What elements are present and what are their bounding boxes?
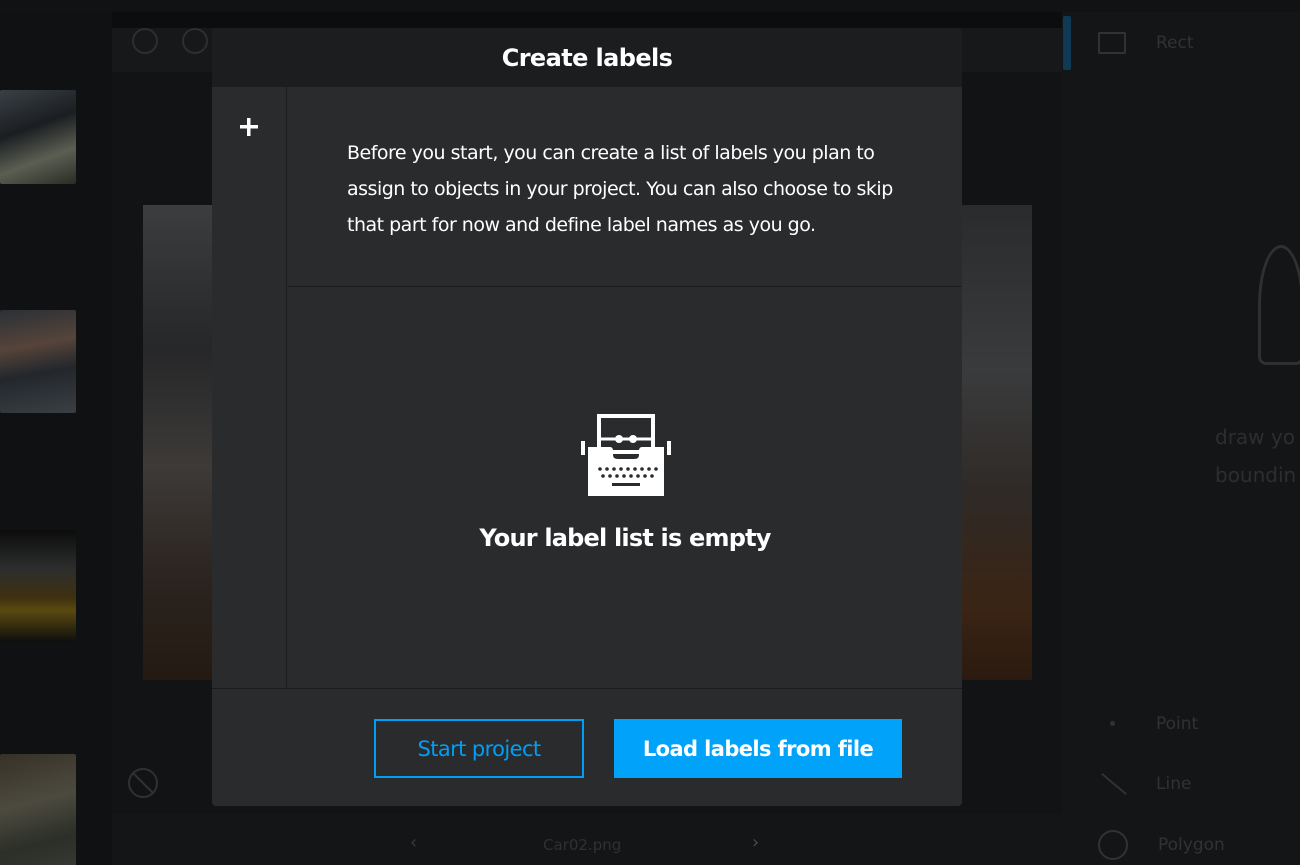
load-labels-button[interactable]: Load labels from file <box>614 719 902 778</box>
label-list: Your label list is empty <box>288 287 962 688</box>
rocket-icon <box>1258 245 1300 365</box>
canvas-image-left-edge <box>143 205 213 680</box>
start-project-button[interactable]: Start project <box>374 719 584 778</box>
add-label-button[interactable] <box>236 114 262 140</box>
tool-point[interactable]: Point <box>1098 713 1198 735</box>
dialog-header: Create labels <box>212 28 962 87</box>
tool-label: Line <box>1156 774 1192 794</box>
dialog-title: Create labels <box>501 43 673 72</box>
intro-text: Before you start, you can create a list … <box>347 142 893 236</box>
polygon-icon <box>1098 830 1128 860</box>
dialog-footer: Start project Load labels from file <box>212 688 962 806</box>
tool-label: Rect <box>1156 33 1194 53</box>
image-list-panel <box>0 12 112 865</box>
tool-line[interactable]: Line <box>1098 773 1191 795</box>
app-root: ‹ Car02.png › Rect draw yo boundin Point… <box>0 0 1300 865</box>
empty-list-message: Your label list is empty <box>479 524 771 552</box>
typewriter-icon <box>581 414 671 496</box>
hint-text-line: draw yo <box>1215 425 1295 449</box>
point-icon <box>1098 713 1126 735</box>
active-tool-indicator <box>1063 16 1071 70</box>
image-thumbnail[interactable] <box>0 310 76 413</box>
image-thumbnail[interactable] <box>0 90 76 184</box>
chevron-left-icon[interactable]: ‹ <box>410 832 417 853</box>
line-icon <box>1098 773 1126 795</box>
create-labels-dialog: Create labels Before you start, you can … <box>212 28 962 806</box>
tool-rect[interactable]: Rect <box>1098 32 1194 54</box>
tool-polygon[interactable]: Polygon <box>1098 830 1225 860</box>
image-thumbnail[interactable] <box>0 754 76 865</box>
plus-icon <box>240 118 258 136</box>
hint-text-line: boundin <box>1215 463 1297 487</box>
tool-label: Polygon <box>1158 835 1225 855</box>
current-file-name: Car02.png <box>543 836 622 854</box>
rectangle-icon <box>1098 32 1126 54</box>
zoom-out-icon[interactable] <box>182 28 208 54</box>
canvas-image-right-edge <box>962 205 1032 680</box>
chevron-right-icon[interactable]: › <box>752 832 759 853</box>
tool-label: Point <box>1156 714 1199 734</box>
image-thumbnail[interactable] <box>0 530 76 642</box>
cursor-disabled-icon[interactable] <box>128 768 158 798</box>
zoom-in-icon[interactable] <box>132 28 158 54</box>
dialog-sidebar <box>212 87 287 688</box>
top-bar <box>0 0 1300 12</box>
dialog-intro: Before you start, you can create a list … <box>288 87 962 287</box>
